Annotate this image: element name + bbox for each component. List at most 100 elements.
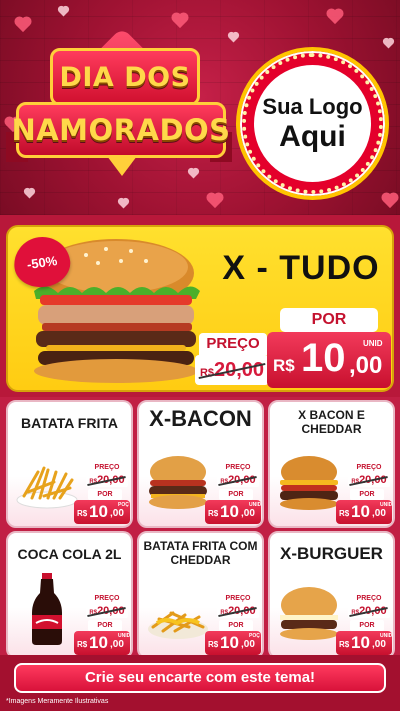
- price-decimal: ,00: [372, 508, 386, 519]
- price-integer: 10: [89, 633, 108, 652]
- price-integer: 10: [220, 633, 239, 652]
- old-price: R$20,00: [348, 473, 390, 487]
- logo-text-line-2: Aqui: [279, 119, 346, 153]
- product-card[interactable]: X-BURGUER PREÇO R$20,00 POR R$ 10 ,00 UN…: [268, 531, 395, 659]
- new-price-label: POR: [350, 620, 384, 631]
- price-decimal: ,00: [110, 639, 124, 650]
- price-tag: R$ 10 ,00 POÇ: [74, 500, 130, 524]
- product-name: X-BACON: [149, 406, 252, 431]
- price-tag: R$ 10 ,00 POÇ: [205, 631, 261, 655]
- featured-old-price-label: PREÇO: [199, 333, 267, 355]
- featured-price-tag: R$ 10 ,00 UNID: [267, 332, 391, 388]
- old-price-label: PREÇO: [88, 462, 126, 473]
- price-currency: R$: [77, 509, 88, 518]
- old-price: R$20,00: [217, 604, 259, 618]
- product-card[interactable]: BATATA FRITA PREÇO R$20,00 POR R$ 10 ,00…: [6, 400, 133, 528]
- old-price: R$20,00: [86, 604, 128, 618]
- price-currency: R$: [208, 640, 219, 649]
- logo-inner: Sua Logo Aqui: [254, 65, 371, 182]
- old-price-currency: R$: [89, 479, 98, 485]
- old-price-number: 20,00: [359, 474, 387, 486]
- old-price-number: 20,00: [97, 605, 125, 617]
- featured-old-price: R$20,00: [195, 355, 269, 385]
- price-unit: UNID: [118, 633, 131, 639]
- price-decimal: ,00: [241, 639, 255, 650]
- product-name: COCA COLA 2L: [17, 546, 122, 562]
- featured-new-price-label: POR: [280, 308, 378, 332]
- price-integer: 10: [351, 633, 370, 652]
- price-currency: R$: [339, 640, 350, 649]
- old-price-number: 20,00: [97, 474, 125, 486]
- burger-image: [149, 456, 207, 509]
- price-tag: R$ 10 ,00 UNID: [74, 631, 130, 655]
- product-card[interactable]: X BACON E CHEDDAR PREÇO R$20,00 POR R$ 1…: [268, 400, 395, 528]
- new-price-label: POR: [88, 620, 122, 631]
- event-title-badge: DIA DOS NAMORADOS: [6, 27, 232, 180]
- price-currency: R$: [339, 509, 350, 518]
- price-decimal: ,00: [241, 508, 255, 519]
- old-price-currency: R$: [220, 479, 229, 485]
- new-price-label: POR: [350, 489, 384, 500]
- price-unit: UNID: [380, 633, 393, 639]
- price-tag: R$ 10 ,00 UNID: [336, 631, 392, 655]
- price-unit: POÇ: [118, 502, 129, 508]
- disclaimer-text: *Imagens Meramente Ilustrativas: [6, 698, 109, 705]
- burger-image: [280, 456, 338, 510]
- title-tip: [107, 156, 137, 176]
- old-price-currency: R$: [351, 610, 360, 616]
- old-price-label: PREÇO: [219, 462, 257, 473]
- logo-text-line-1: Sua Logo: [262, 93, 363, 119]
- title-top-banner: DIA DOS: [50, 48, 200, 106]
- old-price-number: 20,00: [214, 358, 265, 381]
- old-price-currency: R$: [351, 479, 360, 485]
- old-price-label: PREÇO: [88, 593, 126, 604]
- price-decimal: ,00: [349, 352, 383, 379]
- old-price: R$20,00: [86, 473, 128, 487]
- title-bottom-banner: NAMORADOS: [11, 102, 230, 158]
- create-flyer-button[interactable]: Crie seu encarte com este tema!: [14, 663, 386, 693]
- price-currency: R$: [208, 509, 219, 518]
- old-price-currency: R$: [199, 366, 214, 379]
- title-line-1: DIA DOS: [59, 61, 191, 93]
- old-price-number: 20,00: [228, 605, 256, 617]
- price-tag: R$ 10 ,00 UNID: [205, 500, 261, 524]
- title-line-2: NAMORADOS: [11, 113, 231, 147]
- price-integer: 10: [351, 502, 370, 521]
- old-price: R$20,00: [217, 473, 259, 487]
- logo-placeholder[interactable]: Sua Logo Aqui: [236, 47, 389, 200]
- price-decimal: ,00: [110, 508, 124, 519]
- price-unit: UNID: [249, 502, 262, 508]
- product-name: X-BURGUER: [280, 544, 383, 563]
- fries-cheddar-image: [148, 611, 208, 639]
- old-price-number: 20,00: [228, 474, 256, 486]
- price-decimal: ,00: [372, 639, 386, 650]
- price-currency: R$: [77, 640, 88, 649]
- product-name: BATATA FRITA COM CHEDDAR: [143, 539, 258, 567]
- soda-bottle-image: [32, 573, 62, 645]
- new-price-label: POR: [88, 489, 122, 500]
- old-price-label: PREÇO: [219, 593, 257, 604]
- price-integer: 10: [220, 502, 239, 521]
- product-card[interactable]: BATATA FRITA COM CHEDDAR PREÇO R$20,00 P…: [137, 531, 264, 659]
- old-price: R$20,00: [348, 604, 390, 618]
- product-name: BATATA FRITA: [21, 415, 118, 431]
- fries-image: [16, 466, 78, 509]
- old-price-label: PREÇO: [350, 593, 388, 604]
- price-tag: R$ 10 ,00 UNID: [336, 500, 392, 524]
- product-card[interactable]: X-BACON PREÇO R$20,00 POR R$ 10 ,00 UNID: [137, 400, 264, 528]
- new-price-label: POR: [219, 620, 253, 631]
- price-unit: UNID: [380, 502, 393, 508]
- featured-old-price-value: R$20,00: [200, 359, 264, 382]
- old-price-currency: R$: [89, 610, 98, 616]
- price-unit: POÇ: [249, 633, 260, 639]
- old-price-currency: R$: [220, 610, 229, 616]
- price-unit: UNID: [363, 339, 383, 348]
- price-currency: R$: [273, 356, 295, 375]
- old-price-label: PREÇO: [350, 462, 388, 473]
- product-card[interactable]: COCA COLA 2L PREÇO R$20,00 POR R$ 10 ,00…: [6, 531, 133, 659]
- old-price-number: 20,00: [359, 605, 387, 617]
- price-integer: 10: [89, 502, 108, 521]
- burger-image: [280, 587, 338, 640]
- featured-product-name: X - TUDO: [222, 249, 380, 287]
- new-price-label: POR: [219, 489, 253, 500]
